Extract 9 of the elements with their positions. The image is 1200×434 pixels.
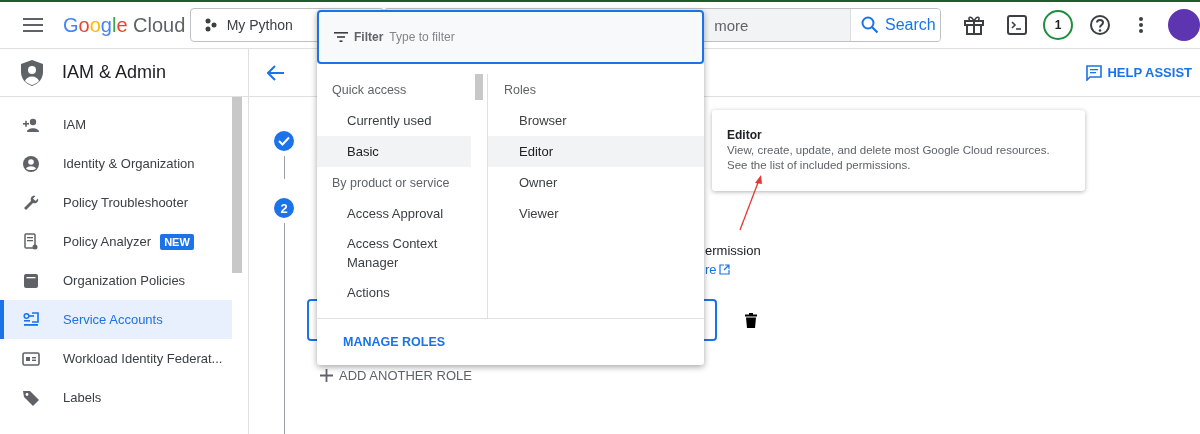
- group-heading: Quick access: [331, 81, 408, 99]
- roles-heading: Roles: [503, 81, 537, 99]
- description-text: ermission: [705, 242, 761, 260]
- group-heading: By product or service: [331, 174, 451, 192]
- new-badge: NEW: [160, 233, 194, 250]
- step-number: 2: [274, 198, 294, 218]
- section-title: IAM & Admin: [62, 62, 167, 83]
- card-title: Editor: [727, 128, 763, 143]
- card-description: View, create, update, and delete most Google Cloud resources. See the list of included permissions.: [727, 143, 1051, 173]
